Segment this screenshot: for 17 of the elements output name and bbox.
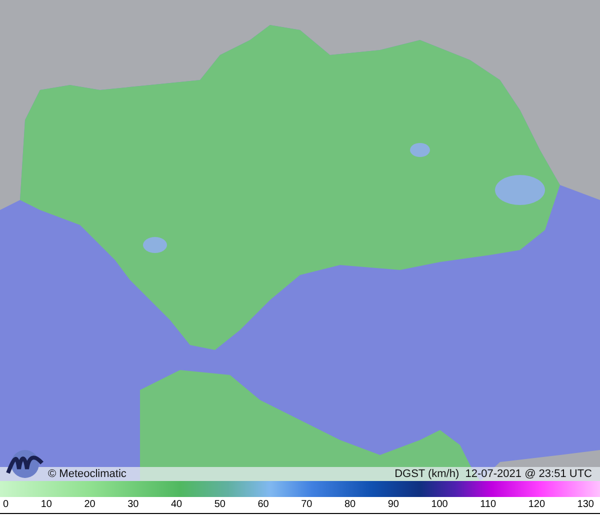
logo-icon (5, 449, 45, 479)
scale-label: 60 (258, 499, 269, 512)
scale-label: 10 (40, 499, 52, 512)
scale-label: 50 (214, 499, 226, 512)
scale-label: 80 (344, 499, 356, 512)
scale-label: 90 (388, 499, 399, 512)
scale-label: 30 (128, 499, 139, 512)
scale-label: 40 (170, 499, 182, 512)
scale-label: 0 (3, 499, 9, 512)
copyright-text: © Meteoclimatic (48, 468, 126, 480)
scale-label: 20 (84, 499, 96, 512)
map-caption: DGST (km/h) 12-07-2021 @ 23:51 UTC (394, 468, 592, 480)
scale-label: 120 (528, 499, 546, 512)
scale-label: 130 (577, 499, 594, 512)
scale-label: 110 (480, 499, 496, 512)
scale-label: 100 (431, 499, 448, 512)
scale-label: 70 (301, 499, 312, 512)
